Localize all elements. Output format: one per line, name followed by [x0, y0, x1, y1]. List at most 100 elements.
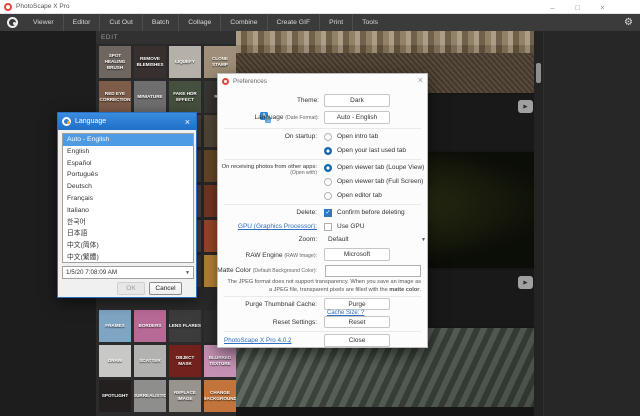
- scrollbar-track[interactable]: [534, 31, 543, 416]
- menu-item-print[interactable]: Print: [319, 14, 352, 31]
- effect-thumb[interactable]: DRAW: [99, 345, 131, 377]
- close-button[interactable]: ×: [590, 0, 615, 14]
- right-panel: [543, 31, 640, 416]
- photoscape-logo-icon[interactable]: [7, 17, 18, 28]
- effect-thumb-label: REMOVE BLEMISHES: [134, 56, 166, 67]
- effect-thumb[interactable]: FRAMES: [99, 310, 131, 342]
- confirm-delete-checkbox[interactable]: ✓: [324, 209, 332, 217]
- close-icon[interactable]: ×: [418, 75, 423, 85]
- version-link[interactable]: PhotoScape X Pro 4.0.2: [224, 337, 292, 344]
- effect-thumb[interactable]: BORDERS: [134, 310, 166, 342]
- effect-thumb[interactable]: CHANGE BACKGROUND: [204, 380, 236, 412]
- effect-thumb[interactable]: RED EYE CORRECTION: [99, 81, 131, 113]
- effect-thumb[interactable]: SCATTER: [134, 345, 166, 377]
- menu-item-viewer[interactable]: Viewer: [24, 14, 63, 31]
- effect-thumb-label: LIQUEFY: [175, 59, 195, 65]
- language-item[interactable]: 日本語: [63, 228, 193, 240]
- radio-editor-tab[interactable]: [324, 192, 332, 200]
- purge-button[interactable]: Purge: [324, 298, 390, 310]
- radio-viewer-fullscreen[interactable]: [324, 178, 332, 186]
- language-item[interactable]: Español: [63, 158, 193, 170]
- settings-gear-icon[interactable]: ⚙: [624, 14, 633, 31]
- language-item[interactable]: English: [63, 146, 193, 158]
- zoom-dropdown[interactable]: Default: [328, 236, 349, 243]
- effect-thumb-label: FAKE HDR EFFECT: [169, 91, 201, 102]
- effect-thumb[interactable]: REPLACE IMAGE: [169, 380, 201, 412]
- effect-thumb[interactable]: LENS FLARES: [169, 310, 201, 342]
- language-item[interactable]: 한국어: [63, 217, 193, 229]
- menu-bar: ViewerEditorCut OutBatchCollageCombineCr…: [0, 14, 640, 31]
- language-item[interactable]: Português: [63, 169, 193, 181]
- menu-item-create-gif[interactable]: Create GIF: [267, 14, 320, 31]
- language-item[interactable]: Auto - English: [63, 134, 193, 146]
- language-item[interactable]: 中文(繁體): [63, 252, 193, 263]
- chevron-down-icon[interactable]: ▼: [421, 237, 426, 243]
- window-title: PhotoScape X Pro: [16, 3, 69, 10]
- effect-thumb-label: SPOTLIGHT: [102, 393, 128, 399]
- effect-thumb-label: BORDERS: [139, 323, 162, 329]
- reset-button[interactable]: Reset: [324, 316, 390, 328]
- effect-thumb[interactable]: SURREALISTIC: [134, 380, 166, 412]
- effect-thumb-label: CLONE STAMP: [204, 56, 236, 67]
- receiving-label: On receiving photos from other apps: (Op…: [222, 164, 317, 176]
- effect-thumb[interactable]: OBJECT MASK: [169, 345, 201, 377]
- language-item[interactable]: Français: [63, 193, 193, 205]
- menu-item-editor[interactable]: Editor: [63, 14, 100, 31]
- effect-thumb-label: LENS FLARES: [169, 323, 201, 329]
- effect-thumb-label: OBJECT MASK: [169, 355, 201, 366]
- ok-button[interactable]: OK: [117, 282, 145, 295]
- raw-engine-button[interactable]: Microsoft: [324, 248, 390, 261]
- radio-viewer-loupe[interactable]: [324, 164, 332, 172]
- effect-thumb[interactable]: SPOTLIGHT: [99, 380, 131, 412]
- effect-thumb-label: SURREALISTIC: [134, 393, 166, 399]
- language-item[interactable]: Deutsch: [63, 181, 193, 193]
- effect-thumb-label: SPOT HEALING BRUSH: [99, 53, 131, 70]
- effect-thumb[interactable]: MINIATURE: [134, 81, 166, 113]
- menu-item-collage[interactable]: Collage: [178, 14, 220, 31]
- close-dialog-button[interactable]: Close: [324, 334, 390, 347]
- play-icon[interactable]: ▶: [518, 276, 533, 289]
- menu-item-combine[interactable]: Combine: [220, 14, 266, 31]
- language-item[interactable]: 中文(简体): [63, 240, 193, 252]
- app-window: PhotoScape X Pro – □ × ViewerEditorCut O…: [0, 0, 640, 416]
- effect-thumb[interactable]: REMOVE BLEMISHES: [134, 46, 166, 78]
- effect-thumb-label: RED EYE CORRECTION: [99, 91, 131, 102]
- edit-section-header: EDIT: [96, 31, 236, 45]
- effect-thumb[interactable]: BLURRED TEXTURE: [204, 345, 236, 377]
- matte-color-input[interactable]: [325, 265, 421, 277]
- scrollbar-thumb[interactable]: [536, 63, 541, 83]
- radio-open-intro-tab[interactable]: [324, 133, 332, 141]
- gpu-link[interactable]: GPU (Graphics Processor):: [238, 223, 317, 230]
- menu-item-tools[interactable]: Tools: [352, 14, 387, 31]
- play-icon[interactable]: ▶: [518, 100, 533, 113]
- language-dialog: Language × Auto - EnglishEnglishEspañolP…: [57, 112, 197, 298]
- startup-label: On startup:: [285, 133, 317, 140]
- menu-item-cut-out[interactable]: Cut Out: [99, 14, 141, 31]
- preferences-titlebar[interactable]: Preferences: [218, 74, 427, 88]
- app-logo-icon: [4, 3, 12, 11]
- language-item[interactable]: Italiano: [63, 205, 193, 217]
- purge-label: Purge Thumbnail Cache:: [245, 301, 317, 308]
- effect-thumb[interactable]: LIQUEFY: [169, 46, 201, 78]
- delete-label: Delete:: [296, 209, 317, 216]
- theme-button[interactable]: Dark: [324, 94, 390, 107]
- language-dialog-titlebar[interactable]: Language ×: [58, 113, 196, 130]
- preferences-dialog: Preferences × Theme: Dark A 文 Language (…: [217, 73, 428, 348]
- use-gpu-checkbox[interactable]: [324, 223, 332, 231]
- date-format-dropdown[interactable]: 1/5/20 7:08:09 AM ▼: [62, 266, 194, 279]
- effect-thumb[interactable]: FAKE HDR EFFECT: [169, 81, 201, 113]
- title-bar[interactable]: PhotoScape X Pro – □ ×: [0, 0, 640, 14]
- cancel-button[interactable]: Cancel: [149, 282, 182, 295]
- effect-thumb[interactable]: SPOT HEALING BRUSH: [99, 46, 131, 78]
- language-list: Auto - EnglishEnglishEspañolPortuguêsDeu…: [62, 133, 194, 263]
- chevron-down-icon: ▼: [185, 270, 190, 276]
- reset-label: Reset Settings:: [273, 319, 317, 326]
- maximize-button[interactable]: □: [565, 0, 590, 14]
- menu-item-batch[interactable]: Batch: [142, 14, 178, 31]
- effect-thumb-label: SCATTER: [139, 358, 160, 364]
- minimize-button[interactable]: –: [540, 0, 565, 14]
- date-format-value: 1/5/20 7:08:09 AM: [66, 269, 117, 276]
- close-icon[interactable]: ×: [183, 117, 192, 127]
- language-button[interactable]: Auto - English: [324, 111, 390, 124]
- radio-open-last-used-tab[interactable]: [324, 147, 332, 155]
